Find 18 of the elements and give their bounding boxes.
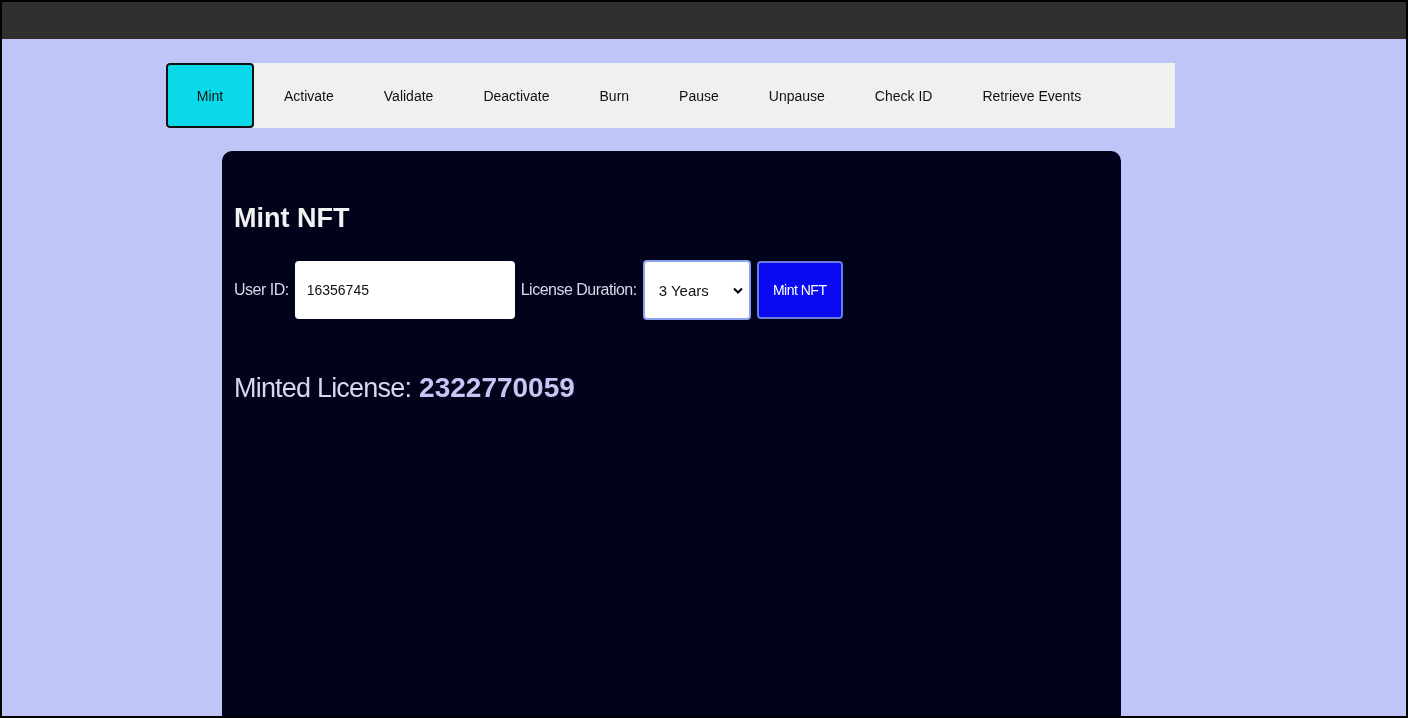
tab[interactable]: Deactivate bbox=[457, 63, 574, 128]
mint-nft-button[interactable]: Mint NFT bbox=[756, 261, 843, 319]
chevron-down-icon bbox=[732, 286, 743, 294]
minted-license-value: 2322770059 bbox=[419, 372, 575, 404]
tab[interactable]: Validate bbox=[357, 63, 458, 128]
tab[interactable]: Unpause bbox=[742, 63, 849, 128]
user-id-label: User ID: bbox=[234, 281, 289, 299]
tab[interactable]: Check ID bbox=[848, 63, 957, 128]
tab[interactable]: Retrieve Events bbox=[956, 63, 1106, 128]
license-duration-dropdown[interactable]: 3 Years bbox=[642, 260, 751, 320]
tab[interactable]: Burn bbox=[573, 63, 654, 128]
license-duration-label: License Duration: bbox=[520, 281, 637, 299]
tab[interactable]: Mint bbox=[166, 63, 254, 128]
panel-title: Mint NFT bbox=[234, 203, 351, 234]
tab[interactable]: Activate bbox=[258, 63, 358, 128]
tab[interactable]: Pause bbox=[653, 63, 743, 128]
user-id-field[interactable]: 16356745 bbox=[294, 261, 515, 319]
minted-license-label: Minted License: bbox=[234, 373, 412, 404]
